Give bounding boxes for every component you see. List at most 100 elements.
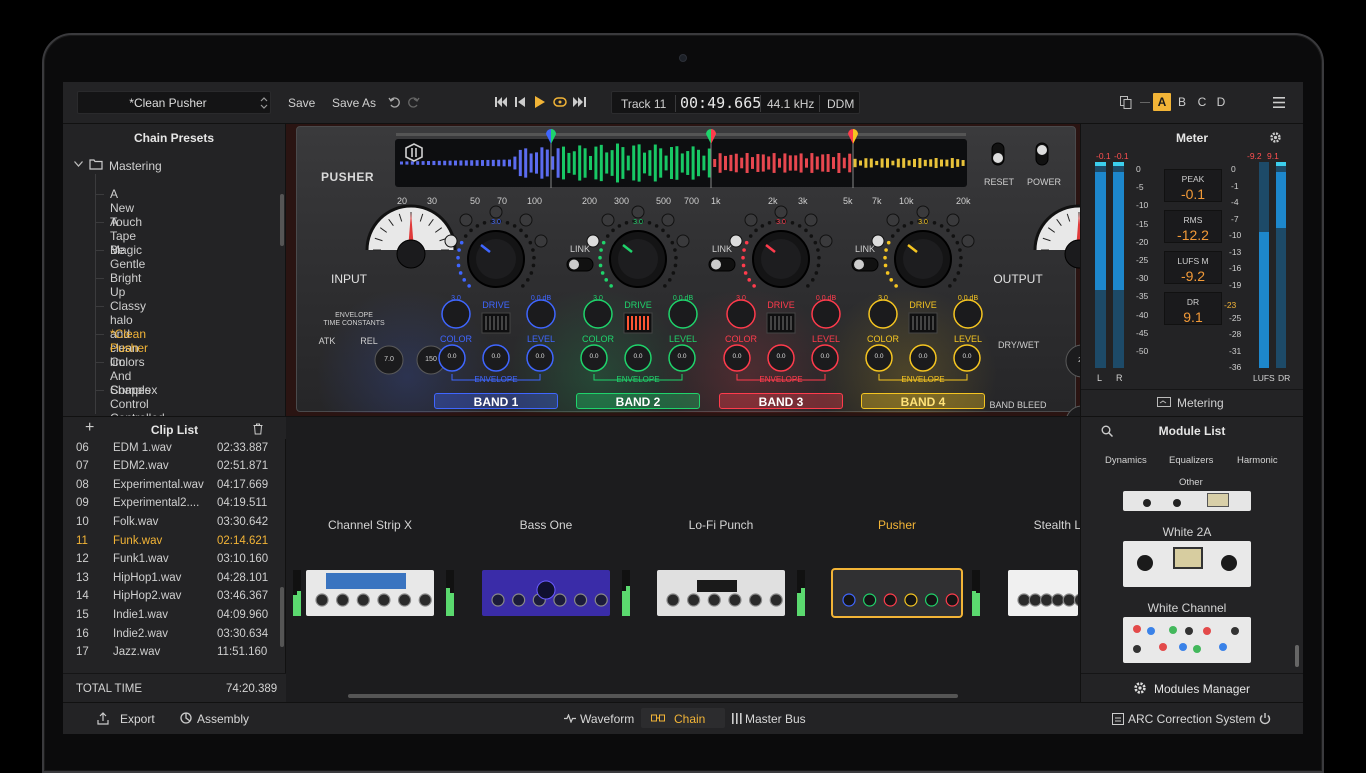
table-row[interactable]: 12 Funk1.wav 03:10.160: [63, 553, 273, 571]
link-label: LINK: [854, 244, 875, 254]
preset-item[interactable]: Complex Control: [110, 383, 157, 411]
assembly-icon[interactable]: [180, 712, 192, 724]
undo-icon[interactable]: [388, 95, 400, 109]
level-label: LEVEL: [668, 334, 698, 344]
envelope-label: ENVELOPE: [759, 375, 803, 384]
trash-icon[interactable]: [253, 423, 263, 435]
chevron-down-icon[interactable]: [74, 161, 83, 167]
slot-d[interactable]: D: [1212, 93, 1230, 111]
table-row[interactable]: 15 Indie1.wav 04:09.960: [63, 609, 273, 627]
menu-icon[interactable]: [1273, 97, 1285, 108]
chain-module-slot[interactable]: [831, 568, 963, 618]
envelope-label: ENVELOPE: [901, 375, 945, 384]
peak-box: PEAK -0.1: [1164, 169, 1222, 202]
master-bus-icon[interactable]: [732, 713, 742, 724]
play-icon[interactable]: [534, 95, 546, 109]
chain-tab[interactable]: Chain: [674, 712, 705, 726]
table-row[interactable]: 13 HipHop1.wav 04:28.101: [63, 572, 273, 590]
clip-name: Indie2.wav: [113, 627, 168, 640]
copy-icon[interactable]: [1120, 96, 1132, 109]
meter-scale-tick: -10: [1136, 200, 1149, 211]
envelope-label: ENVELOPE: [474, 375, 518, 384]
dr-value: 9.1: [1183, 309, 1203, 325]
freq-tick-label: 30: [427, 196, 438, 206]
master-bus-tab[interactable]: Master Bus: [745, 712, 806, 726]
lufs-scale-tick: -19: [1229, 279, 1242, 290]
preset-item[interactable]: *Clean Pusher: [110, 327, 148, 355]
chain-module-slot[interactable]: [482, 570, 610, 616]
channel-l: L: [1097, 373, 1103, 383]
top-bar: *Clean Pusher Save Save As Track 11 00:4…: [63, 82, 1303, 124]
dr-meter: [1276, 162, 1286, 368]
table-row[interactable]: 07 EDM2.wav 02:51.871: [63, 460, 273, 478]
preset-item[interactable]: Bright Up: [110, 271, 141, 299]
slot-b[interactable]: B: [1173, 93, 1191, 111]
metering-button[interactable]: Metering: [1177, 396, 1224, 410]
bottom-bar: Export Assembly Waveform Chain Master Bu…: [63, 702, 1303, 734]
tab-dynamics[interactable]: Dynamics: [1105, 455, 1147, 466]
chain-icon[interactable]: [651, 713, 665, 723]
slot-c[interactable]: C: [1193, 93, 1211, 111]
slot-a[interactable]: A: [1153, 93, 1171, 111]
envelope-value: 0.0: [962, 353, 972, 360]
envelope-value: 0.0: [820, 353, 830, 360]
envelope-value: 0.0: [633, 353, 643, 360]
presets-scrollbar[interactable]: [280, 194, 284, 246]
right-meter: [1113, 162, 1124, 368]
preset-selector[interactable]: *Clean Pusher: [77, 91, 271, 114]
chain-module-slot[interactable]: [657, 570, 785, 616]
rel-label: REL: [360, 336, 378, 346]
module-thumb-top[interactable]: [1123, 491, 1251, 511]
waveform-icon[interactable]: [564, 714, 576, 723]
preset-item[interactable]: Be Gentle: [110, 243, 145, 271]
level-meter: [976, 570, 980, 616]
loop-icon[interactable]: [552, 95, 568, 109]
meter-scale-tick: -35: [1136, 291, 1149, 302]
lufs-scale-tick: -28: [1229, 329, 1242, 339]
tab-harmonic[interactable]: Harmonic: [1237, 455, 1278, 466]
modules-scrollbar[interactable]: [1295, 645, 1299, 667]
arc-label: ARC Correction System: [1128, 712, 1256, 726]
level-label: LEVEL: [953, 334, 983, 344]
skip-forward-icon[interactable]: [573, 96, 587, 108]
clip-duration: 03:30.642: [217, 516, 269, 528]
table-row[interactable]: 11 Funk.wav 02:14.621: [63, 535, 273, 553]
ddm-button[interactable]: DDM: [827, 97, 854, 111]
export-icon[interactable]: [97, 712, 109, 725]
table-row[interactable]: 10 Folk.wav 03:30.642: [63, 516, 273, 534]
table-row[interactable]: 16 Indie2.wav 03:30.634: [63, 628, 273, 646]
band-label[interactable]: BAND 1: [434, 393, 558, 409]
modules-manager-button[interactable]: Modules Manager: [1154, 682, 1250, 696]
band-label[interactable]: BAND 2: [576, 393, 700, 409]
clips-scrollbar[interactable]: [280, 587, 284, 647]
tab-other[interactable]: Other: [1179, 477, 1203, 488]
chain-module-slot[interactable]: [1008, 570, 1088, 616]
save-as-button[interactable]: Save As: [332, 96, 376, 110]
table-row[interactable]: 06 EDM 1.wav 02:33.887: [63, 442, 273, 460]
meter-scale-tick: -45: [1136, 327, 1149, 338]
skip-back-icon[interactable]: [495, 96, 507, 108]
table-row[interactable]: 08 Experimental.wav 04:17.669: [63, 479, 273, 497]
table-row[interactable]: 14 HipHop2.wav 03:46.367: [63, 590, 273, 608]
module-thumb-white-channel[interactable]: [1123, 617, 1251, 663]
prev-icon[interactable]: [515, 96, 525, 108]
save-button[interactable]: Save: [288, 96, 315, 110]
total-time-label: TOTAL TIME: [76, 683, 143, 695]
power-icon[interactable]: [1259, 712, 1271, 725]
band-label[interactable]: BAND 4: [861, 393, 985, 409]
band-label[interactable]: BAND 3: [719, 393, 843, 409]
peak-label: PEAK: [1181, 174, 1205, 184]
freq-tick-label: 7k: [872, 196, 882, 206]
export-button[interactable]: Export: [120, 712, 155, 726]
table-row[interactable]: 09 Experimental2.... 04:19.511: [63, 497, 273, 515]
table-row[interactable]: 17 Jazz.wav 11:51.160: [63, 646, 273, 664]
folder-mastering[interactable]: Mastering: [109, 159, 162, 173]
waveform-tab[interactable]: Waveform: [580, 712, 634, 726]
redo-icon[interactable]: [408, 95, 420, 109]
chain-scrollbar[interactable]: [348, 694, 958, 698]
gear-icon[interactable]: [1269, 131, 1282, 144]
chain-module-slot[interactable]: [306, 570, 434, 616]
assembly-button[interactable]: Assembly: [197, 712, 249, 726]
module-thumb-white-2a[interactable]: [1123, 541, 1251, 587]
tab-equalizers[interactable]: Equalizers: [1169, 455, 1213, 466]
